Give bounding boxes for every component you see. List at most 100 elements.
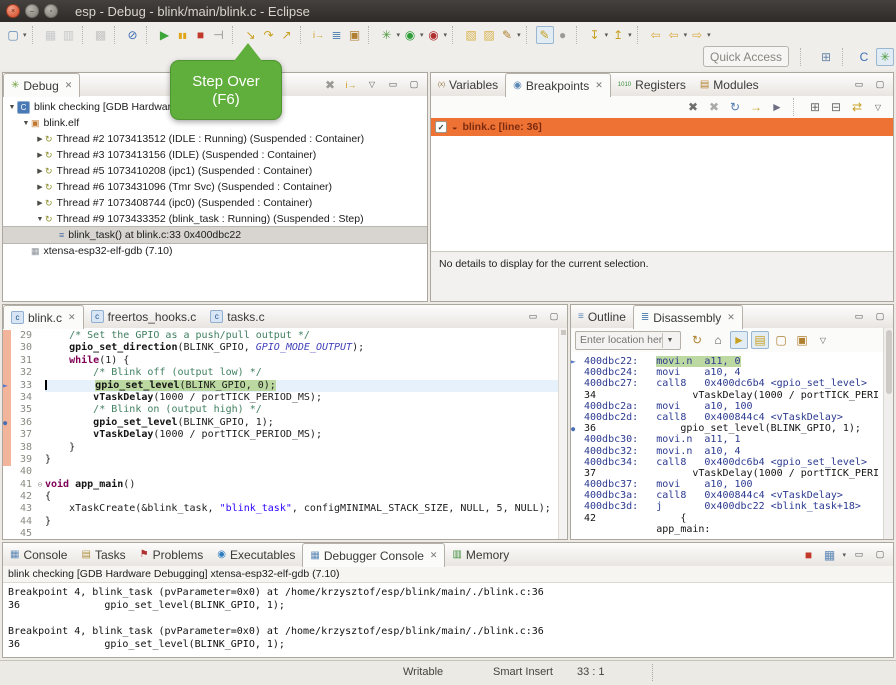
- code-text[interactable]: gpio_set_level(BLINK_GPIO, 0);: [45, 380, 567, 392]
- console-output[interactable]: Breakpoint 4, blink_task (pvParameter=0x…: [3, 583, 893, 651]
- breakpoint-checkbox[interactable]: ✓: [435, 121, 447, 133]
- line-number[interactable]: 37: [11, 429, 35, 441]
- code-line[interactable]: 41⊖void app_main(): [3, 479, 567, 491]
- search-icon[interactable]: ✎: [498, 26, 516, 44]
- disassembly-line[interactable]: 400dbc30: movi.n a11, 1: [571, 434, 893, 445]
- view-menu-icon[interactable]: ▽: [869, 98, 887, 116]
- debug-tree-row[interactable]: ▶↻Thread #2 1073413512 (IDLE : Running) …: [3, 131, 427, 147]
- tab-debugger-console[interactable]: ▦Debugger Console✕: [302, 543, 445, 567]
- view-menu-icon[interactable]: ▽: [363, 76, 381, 94]
- step-return-icon[interactable]: ↗: [278, 26, 296, 44]
- maximize-icon[interactable]: ▢: [871, 76, 889, 94]
- maximize-icon[interactable]: ▢: [545, 308, 563, 326]
- code-text[interactable]: /* Blink off (output low) */: [45, 367, 567, 379]
- tab-tasks[interactable]: ▤Tasks: [74, 543, 132, 566]
- line-number[interactable]: 44: [11, 516, 35, 528]
- code-line[interactable]: 31 while(1) {: [3, 355, 567, 367]
- code-text[interactable]: gpio_set_direction(BLINK_GPIO, GPIO_MODE…: [45, 342, 567, 354]
- expand-arrow-icon[interactable]: ▼: [35, 216, 45, 223]
- code-text[interactable]: void app_main(): [45, 479, 567, 491]
- location-combo[interactable]: ▼: [575, 331, 681, 350]
- forward-icon[interactable]: ⇨: [688, 26, 706, 44]
- line-number[interactable]: 31: [11, 355, 35, 367]
- code-text[interactable]: /* Set the GPIO as a push/pull output */: [45, 330, 567, 342]
- line-number[interactable]: 40: [11, 466, 35, 478]
- instruction-stepping-icon[interactable]: i→: [310, 26, 328, 44]
- line-number[interactable]: 39: [11, 454, 35, 466]
- cpp-perspective-icon[interactable]: C: [855, 48, 873, 66]
- show-breakpoints-supported-icon[interactable]: ↻: [726, 98, 744, 116]
- line-number[interactable]: 43: [11, 503, 35, 515]
- code-text[interactable]: [45, 466, 567, 478]
- expand-arrow-icon[interactable]: ▼: [21, 120, 31, 127]
- expand-arrow-icon[interactable]: ▶: [35, 199, 45, 207]
- maximize-icon[interactable]: ▢: [871, 546, 889, 564]
- line-number[interactable]: 30: [11, 342, 35, 354]
- line-number[interactable]: 45: [11, 528, 35, 539]
- disassembly-line[interactable]: 400dbc32: movi.n a10, 4: [571, 446, 893, 457]
- debug-dropdown-icon[interactable]: ▾: [397, 31, 401, 39]
- disassembly-line[interactable]: 400dbc27: call8 0x400dc6b4 <gpio_set_lev…: [571, 378, 893, 389]
- pin-view-icon[interactable]: ▣: [793, 331, 811, 349]
- disassembly-line[interactable]: 400dbc3a: call8 0x400844c4 <vTaskDelay>: [571, 490, 893, 501]
- code-text[interactable]: while(1) {: [45, 355, 567, 367]
- disassembly-line[interactable]: ►400dbc22: movi.n a11, 0: [571, 356, 893, 367]
- skip-all-breakpoints-icon[interactable]: ⊘: [124, 26, 142, 44]
- code-text[interactable]: }: [45, 454, 567, 466]
- tab-freertos-hooks-c[interactable]: cfreertos_hooks.c: [84, 305, 204, 328]
- close-tab-icon[interactable]: ✕: [727, 312, 735, 323]
- code-text[interactable]: }: [45, 442, 567, 454]
- open-element-icon[interactable]: ▧: [462, 26, 480, 44]
- tab-disassembly[interactable]: ≣Disassembly✕: [633, 305, 743, 329]
- search-dropdown-icon[interactable]: ▾: [517, 31, 521, 39]
- code-line[interactable]: 34 vTaskDelay(1000 / portTICK_PERIOD_MS)…: [3, 392, 567, 404]
- open-resource-icon[interactable]: ▨: [480, 26, 498, 44]
- disassembly-line[interactable]: 400dbc24: movi a10, 4: [571, 367, 893, 378]
- minimize-icon[interactable]: ▭: [384, 76, 402, 94]
- open-new-view-icon[interactable]: ▢: [772, 331, 790, 349]
- debug-icon[interactable]: ✳: [378, 26, 396, 44]
- tab-modules[interactable]: ▤Modules: [693, 73, 766, 96]
- build-icon[interactable]: ▩: [92, 26, 110, 44]
- show-source-icon[interactable]: ▤: [751, 331, 769, 349]
- tab-breakpoints[interactable]: ◉Breakpoints✕: [505, 73, 611, 97]
- minimize-window-button[interactable]: –: [25, 4, 39, 18]
- minimize-icon[interactable]: ▭: [850, 308, 868, 326]
- home-icon[interactable]: ⌂: [709, 331, 727, 349]
- code-line[interactable]: 32 /* Blink off (output low) */: [3, 367, 567, 379]
- disassembly-line[interactable]: 400dbc34: call8 0x400dc6b4 <gpio_set_lev…: [571, 457, 893, 468]
- remove-all-terminated-icon[interactable]: ✖: [321, 76, 339, 94]
- minimize-icon[interactable]: ▭: [850, 76, 868, 94]
- debug-tree-row[interactable]: ▶↻Thread #6 1073431096 (Tmr Svc) (Suspen…: [3, 179, 427, 195]
- remove-all-breakpoints-icon[interactable]: ✖: [705, 98, 723, 116]
- debug-tree-row[interactable]: ▼↻Thread #9 1073433352 (blink_task : Run…: [3, 211, 427, 227]
- tab-outline[interactable]: ≡Outline: [571, 305, 633, 328]
- scrollbar-thumb[interactable]: [886, 330, 892, 394]
- external-tools-dropdown-icon[interactable]: ▾: [444, 31, 448, 39]
- location-input[interactable]: [576, 334, 662, 346]
- view-menu-icon[interactable]: ▽: [814, 331, 832, 349]
- mark-occurrences-icon[interactable]: ✎: [536, 26, 554, 44]
- line-number[interactable]: 41: [11, 479, 35, 491]
- code-line[interactable]: 30 gpio_set_direction(BLINK_GPIO, GPIO_M…: [3, 342, 567, 354]
- line-number[interactable]: 33: [11, 380, 35, 392]
- back-history-icon[interactable]: ⇦: [665, 26, 683, 44]
- pin-debug-context-icon[interactable]: ▣: [346, 26, 364, 44]
- disassembly-listing[interactable]: ►400dbc22: movi.n a11, 0400dbc24: movi a…: [571, 352, 893, 535]
- disassembly-line[interactable]: 37 vTaskDelay(1000 / portTICK_PERI: [571, 468, 893, 479]
- new-icon[interactable]: ▢: [4, 26, 22, 44]
- run-dropdown-icon[interactable]: ▾: [420, 31, 424, 39]
- disassembly-line[interactable]: app_main:: [571, 524, 893, 535]
- disassembly-line[interactable]: 400dbc37: movi a10, 100: [571, 479, 893, 490]
- line-number[interactable]: 35: [11, 404, 35, 416]
- next-annotation-dropdown-icon[interactable]: ▾: [628, 31, 632, 39]
- tab-registers[interactable]: 1010Registers: [611, 73, 693, 96]
- minimize-icon[interactable]: ▭: [850, 546, 868, 564]
- track-pc-icon[interactable]: ►: [730, 331, 748, 349]
- code-line[interactable]: ►33 gpio_set_level(BLINK_GPIO, 0);: [3, 380, 567, 392]
- disassembly-line[interactable]: 400dbc2d: call8 0x400844c4 <vTaskDelay>: [571, 412, 893, 423]
- forward-dropdown-icon[interactable]: ▾: [707, 31, 711, 39]
- resume-icon[interactable]: ▶: [156, 26, 174, 44]
- back-icon[interactable]: ⇦: [647, 26, 665, 44]
- close-tab-icon[interactable]: ✕: [595, 80, 603, 91]
